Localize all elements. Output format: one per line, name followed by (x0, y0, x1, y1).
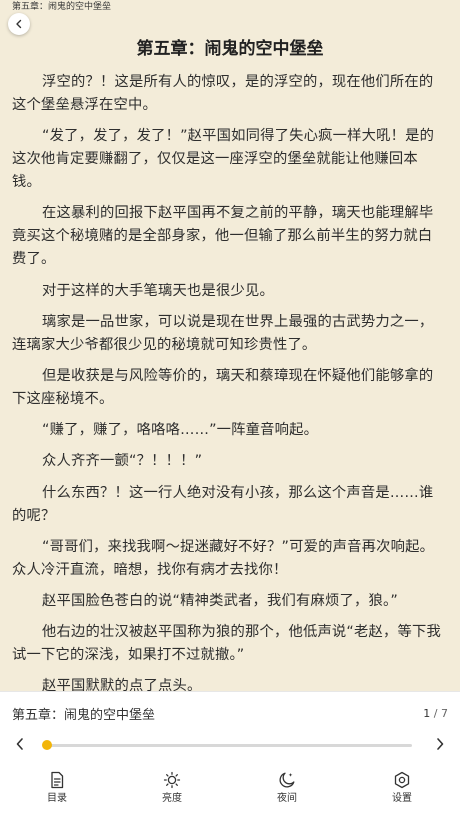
paragraph: 赵平国脸色苍白的说“精神类武者，我们有麻烦了，狼。” (42, 592, 398, 609)
toc-label: 目录 (47, 793, 67, 804)
night-mode-icon (279, 772, 295, 788)
paragraph: “赚了，赚了，咯咯咯……”一阵童音响起。 (42, 422, 319, 439)
panel-chapter-title: 第五章：闹鬼的空中堡垒 (12, 708, 156, 723)
brightness-label: 亮度 (162, 793, 182, 804)
progress-knob[interactable] (42, 740, 52, 750)
toc-icon (51, 771, 64, 789)
paragraph: 他右边的壮汉被赵平国称为狼的那个，他低声说“老赵，等下我试一下它的深浅，如果打不… (12, 624, 442, 664)
chapter-content: 浮空的？！这是所有人的惊叹，是的浮空的，现在他们所在的这个堡垒悬浮在空中。 “发… (12, 71, 444, 706)
chevron-left-icon (16, 19, 22, 29)
paragraph: 什么东西？！这一行人绝对没有小孩，那么这个声音是……谁的呢？ (12, 484, 434, 524)
settings-button[interactable]: 设置 (367, 769, 437, 813)
top-chapter-label: 第五章：闹鬼的空中堡垒 (12, 2, 112, 12)
chapter-title: 第五章：闹鬼的空中堡垒 (136, 39, 324, 59)
paragraph: “发了，发了，发了！”赵平国如同得了失心疯一样大吼！是的这次他肯定要赚翻了，仅仅… (12, 128, 435, 191)
toc-button[interactable]: 目录 (22, 769, 92, 813)
settings-icon (394, 771, 410, 789)
chevron-right-icon (437, 738, 444, 750)
next-chapter-button[interactable] (432, 736, 448, 752)
prev-chapter-button[interactable] (12, 736, 28, 752)
back-button[interactable] (8, 13, 30, 35)
paragraph: 浮空的？！这是所有人的惊叹，是的浮空的，现在他们所在的这个堡垒悬浮在空中。 (12, 74, 434, 113)
reader-toolbar: 目录 亮度 夜间 设置 (0, 769, 460, 813)
night-mode-button[interactable]: 夜间 (252, 769, 322, 813)
settings-label: 设置 (392, 793, 412, 804)
brightness-icon (163, 771, 181, 789)
paragraph: “哥哥们，来找我啊～捉迷藏好不好？”可爱的声音再次响起。众人冷汗直流，暗想，找你… (12, 538, 435, 578)
chapter-progress-slider[interactable] (42, 740, 412, 750)
page-current: 1 (423, 707, 431, 720)
page-indicator: 1 / 7 (423, 707, 448, 720)
brightness-button[interactable]: 亮度 (137, 769, 207, 813)
paragraph: 但是收获是与风险等价的，璃天和蔡璋现在怀疑他们能够拿的下这座秘境不。 (12, 367, 434, 407)
page-total: / 7 (433, 707, 448, 720)
paragraph: 璃家是一品世家，可以说是现在世界上最强的古武势力之一，连璃家大少爷都很少见的秘境… (12, 313, 434, 353)
paragraph: 众人齐齐一颤“？！！！” (42, 453, 203, 470)
chevron-left-icon (16, 738, 23, 750)
night-mode-label: 夜间 (277, 793, 297, 804)
reader-control-panel: 第五章：闹鬼的空中堡垒 1 / 7 目录 亮度 夜间 设置 (0, 691, 460, 819)
paragraph: 在这暴利的回报下赵平国再不复之前的平静，璃天也能理解毕竟买这个秘境赌的是全部身家… (12, 205, 434, 268)
paragraph: 对于这样的大手笔璃天也是很少见。 (42, 282, 274, 299)
